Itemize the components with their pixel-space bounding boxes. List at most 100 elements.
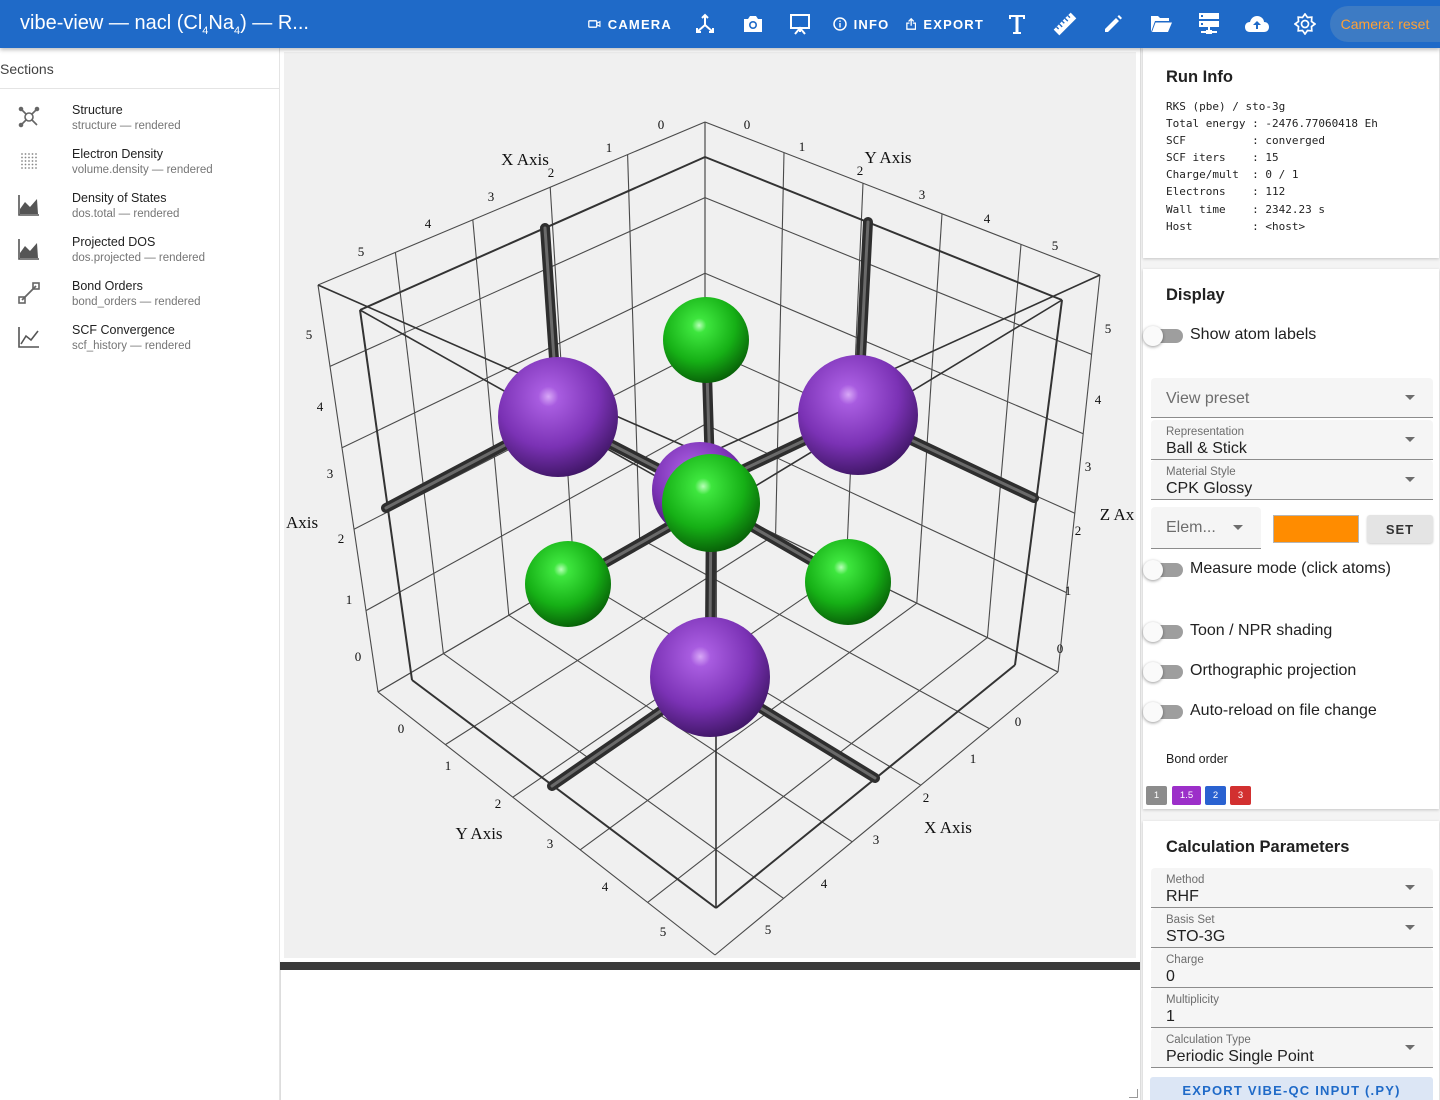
atom-cl[interactable] [663,297,749,383]
pencil-icon [1105,15,1122,32]
y-axis-title-front: Y Axis [455,824,502,843]
z-left-tick: 4 [317,399,324,414]
section-item-structure[interactable]: Structure structure — rendered [0,98,279,142]
section-item-projected-dos[interactable]: Projected DOS dos.projected — rendered [0,230,279,274]
section-item-density-of-states[interactable]: Density of States dos.total — rendered [0,186,279,230]
calculation-type-select[interactable]: Calculation Type Periodic Single Point [1151,1028,1433,1068]
dot-grid-icon [21,153,37,169]
cloud-upload-button[interactable] [1240,0,1274,48]
view-preset-select[interactable]: View preset [1151,378,1433,418]
structure-viewer[interactable]: 012345012345012345012345012345012345X Ax… [284,52,1136,958]
x-back-tick: 0 [658,117,665,132]
display-card: Display Show atom labels View preset Rep… [1143,269,1439,809]
photo-camera-icon [744,16,762,32]
section-item-scf-convergence[interactable]: SCF Convergence scf_history — rendered [0,318,279,362]
presentation-icon [790,14,810,35]
screenshot-button[interactable] [736,0,770,48]
auto-reload-toggle[interactable] [1143,702,1183,722]
atom-cl[interactable] [805,539,891,625]
x-back-tick: 3 [488,189,495,204]
set-color-button[interactable]: SET [1367,515,1433,543]
bond-order-chip-1[interactable]: 1 [1146,786,1167,805]
presentation-button[interactable] [784,0,816,48]
atom-cl[interactable] [525,541,611,627]
multiplicity-field[interactable]: Multiplicity 1 [1151,988,1433,1028]
element-select[interactable]: Elem... [1151,507,1261,549]
element-color-swatch[interactable] [1273,515,1359,543]
camera-button[interactable]: CAMERA [588,0,672,48]
section-subtitle: dos.total — rendered [72,208,180,220]
chevron-down-icon [1405,1044,1415,1050]
calc-params-title: Calculation Parameters [1166,838,1350,856]
section-title: Structure [72,103,123,117]
x-front-tick: 3 [873,832,880,847]
app-title: vibe-view — nacl (Cl4Na4) — R... [20,12,309,37]
calc-params-card: Calculation Parameters Method RHF Basis S… [1143,821,1439,1100]
auto-reload-label: Auto-reload on file change [1190,702,1377,719]
atom-na[interactable] [650,617,770,737]
x-back-tick: 1 [606,140,613,155]
charge-field[interactable]: Charge 0 [1151,948,1433,988]
video-camera-icon [588,20,601,28]
bond-order-chip-2[interactable]: 2 [1205,786,1226,805]
section-subtitle: scf_history — rendered [72,340,191,352]
atom-na[interactable] [498,357,618,477]
area-chart-icon [18,239,39,260]
open-folder-button[interactable] [1146,0,1176,48]
measure-mode-toggle[interactable] [1143,560,1183,580]
bond-order-chip-1-5[interactable]: 1.5 [1172,786,1201,805]
atom-cl[interactable] [662,454,760,552]
representation-select[interactable]: Representation Ball & Stick [1151,420,1433,460]
server-button[interactable] [1194,0,1224,48]
y-front-tick: 0 [398,721,405,736]
bond-order-label: Bond order [1166,752,1228,766]
chevron-down-icon [1233,524,1243,530]
axes-icon [696,13,714,33]
bond-order-chip-3[interactable]: 3 [1230,786,1251,805]
section-item-bond-orders[interactable]: Bond Orders bond_orders — rendered [0,274,279,318]
info-icon [832,17,847,31]
resize-grip[interactable] [1129,1089,1138,1098]
x-front-tick: 4 [821,876,828,891]
atom-na[interactable] [798,355,918,475]
settings-panel: Run Info RKS (pbe) / sto-3g Total energy … [1140,48,1440,1100]
camera-reset-chip[interactable]: Camera: reset [1330,6,1440,42]
area-chart-icon [18,195,39,216]
x-back-tick: 5 [358,244,365,259]
axes-button[interactable] [688,0,722,48]
x-front-tick: 2 [923,790,930,805]
ruler-button[interactable] [1050,0,1080,48]
show-atom-labels-label: Show atom labels [1190,326,1317,343]
z-right-tick: 1 [1065,583,1072,598]
y-front-tick: 5 [660,924,667,939]
section-item-electron-density[interactable]: Electron Density volume.density — render… [0,142,279,186]
app-bar: vibe-view — nacl (Cl4Na4) — R... CAMERA … [0,0,1440,48]
info-button[interactable]: INFO [832,0,890,48]
draw-button[interactable] [1098,0,1128,48]
z-left-tick: 2 [338,531,345,546]
method-select[interactable]: Method RHF [1151,868,1433,908]
chevron-down-icon [1405,924,1415,930]
section-subtitle: bond_orders — rendered [72,296,201,308]
ruler-icon [1053,12,1077,36]
x-front-tick: 5 [765,922,772,937]
viewer-canvas[interactable]: 012345012345012345012345012345012345X Ax… [284,52,1136,958]
toon-shading-toggle[interactable] [1143,622,1183,642]
output-console[interactable] [280,970,1140,1100]
section-subtitle: structure — rendered [72,120,181,132]
orthographic-toggle[interactable] [1143,662,1183,682]
text-tool-button[interactable] [1002,0,1032,48]
z-left-tick: 5 [306,327,313,342]
export-button[interactable]: EXPORT [906,0,984,48]
section-subtitle: dos.projected — rendered [72,252,205,264]
brightness-icon [1294,13,1316,35]
material-style-select[interactable]: Material Style CPK Glossy [1151,460,1433,500]
show-atom-labels-toggle[interactable] [1143,326,1183,346]
basis-set-select[interactable]: Basis Set STO-3G [1151,908,1433,948]
section-title: Projected DOS [72,235,156,249]
orthographic-label: Orthographic projection [1190,662,1357,679]
theme-toggle-button[interactable] [1290,0,1320,48]
export-vibe-qc-input-button[interactable]: EXPORT VIBE-QC INPUT (.PY) [1150,1077,1433,1100]
z-right-tick: 4 [1095,392,1102,407]
panel-splitter[interactable] [280,962,1140,970]
